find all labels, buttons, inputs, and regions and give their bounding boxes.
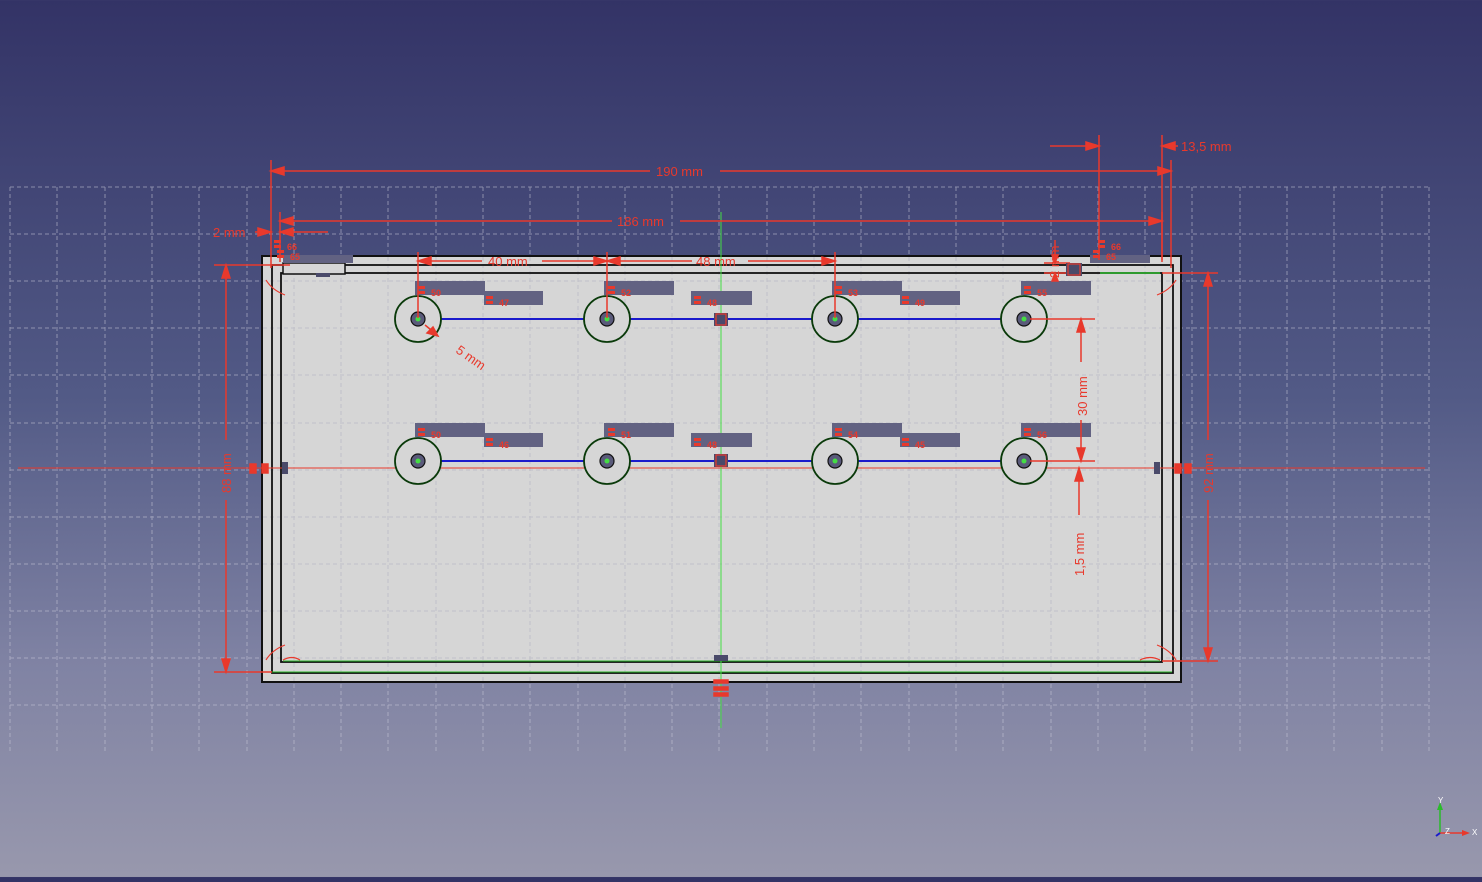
dim-center-offset: 1,5 mm xyxy=(1072,533,1087,576)
sketch-canvas[interactable]: 6665666550 52 53 5547 48 4950 51 54 5646 48 45 xyxy=(0,0,1482,877)
constraint-tick xyxy=(694,296,701,299)
constraint-id-label: 54 xyxy=(848,430,858,440)
constraint-tick xyxy=(835,433,842,436)
notch-top-left xyxy=(282,262,346,275)
constraint-tick xyxy=(694,301,701,304)
constraint-id-label: 49 xyxy=(915,298,925,308)
constraint-tick xyxy=(486,438,493,441)
constraint-label-bar xyxy=(1021,281,1091,295)
hole[interactable] xyxy=(394,437,442,485)
constraint-tick xyxy=(1024,286,1031,289)
constraint-id-label: 56 xyxy=(1037,430,1047,440)
hole-center-point[interactable] xyxy=(1021,316,1027,322)
constraint-id-label: 66 xyxy=(1111,242,1121,252)
dim-wall: 2 mm xyxy=(213,225,246,240)
constraint-tick xyxy=(835,286,842,289)
constraint-id-label: 65 xyxy=(1106,252,1116,262)
constraint-id-label: 52 xyxy=(621,288,631,298)
constraint-tick xyxy=(418,433,425,436)
constraint-tick xyxy=(486,301,493,304)
dim-inner-height: 88 mm xyxy=(219,453,234,493)
constraint-id-label: 53 xyxy=(848,288,858,298)
constraint-tick xyxy=(608,291,615,294)
hole[interactable] xyxy=(811,437,859,485)
constraint-id-label: 55 xyxy=(1037,288,1047,298)
constraint-tick xyxy=(418,286,425,289)
hole-center-point[interactable] xyxy=(832,458,838,464)
constraint-tick xyxy=(418,291,425,294)
constraint-tick xyxy=(486,443,493,446)
constraint-id-label: 46 xyxy=(499,440,509,450)
constraint-id-label: 47 xyxy=(499,298,509,308)
hole-center-point[interactable] xyxy=(1021,458,1027,464)
constraint-tick xyxy=(835,428,842,431)
dim-pitch-1: 40 mm xyxy=(488,254,528,269)
3d-viewport[interactable]: 66 65 66 65 50 52 53 55 47 48 49 50 51 54 56 46 48 45 xyxy=(0,0,1482,877)
dim-offset-right: 13,5 mm xyxy=(1181,139,1232,154)
constraint-id-label: 48 xyxy=(707,298,717,308)
axis-y-label: Y xyxy=(1438,796,1444,805)
constraint-tick xyxy=(1024,291,1031,294)
dim-pitch-2: 48 mm xyxy=(696,254,736,269)
constraint-label-bar xyxy=(832,281,902,295)
dim-inner-width: 186 mm xyxy=(617,214,664,229)
constraint-tick xyxy=(835,291,842,294)
constraint-tick xyxy=(694,438,701,441)
constraint-tick xyxy=(902,438,909,441)
dim-row-spacing: 30 mm xyxy=(1075,376,1090,416)
dim-small-gap: 2 mm xyxy=(1047,246,1062,279)
hole-center-point[interactable] xyxy=(604,458,610,464)
constraint-tick xyxy=(694,443,701,446)
constraint-id-label: 65 xyxy=(290,252,300,262)
constraint-tick xyxy=(902,443,909,446)
constraint-tick xyxy=(1024,428,1031,431)
dim-overall-height: 92 mm xyxy=(1201,453,1216,493)
constraint-label-bar xyxy=(415,423,485,437)
hole[interactable] xyxy=(583,437,631,485)
constraint-id-label: 45 xyxy=(915,440,925,450)
constraint-tick xyxy=(418,428,425,431)
constraint-tick xyxy=(1024,433,1031,436)
hole-center-point[interactable] xyxy=(415,458,421,464)
axis-cross: Y X Z xyxy=(1435,796,1478,837)
constraint-tick xyxy=(608,433,615,436)
constraint-id-label: 48 xyxy=(707,440,717,450)
constraint-tick xyxy=(902,301,909,304)
axis-x-label: X xyxy=(1472,828,1478,837)
constraint-id-label: 51 xyxy=(621,430,631,440)
axis-z-label: Z xyxy=(1445,827,1450,836)
constraint-tick xyxy=(608,428,615,431)
constraint-id-label: 50 xyxy=(431,288,441,298)
constraint-tick xyxy=(486,296,493,299)
constraint-label-bar xyxy=(832,423,902,437)
constraint-id-label: 50 xyxy=(431,430,441,440)
constraint-tick xyxy=(608,286,615,289)
dim-overall-width: 190 mm xyxy=(656,164,703,179)
constraint-label-bar xyxy=(415,281,485,295)
constraint-tick xyxy=(902,296,909,299)
constraint-id-label: 66 xyxy=(287,242,297,252)
